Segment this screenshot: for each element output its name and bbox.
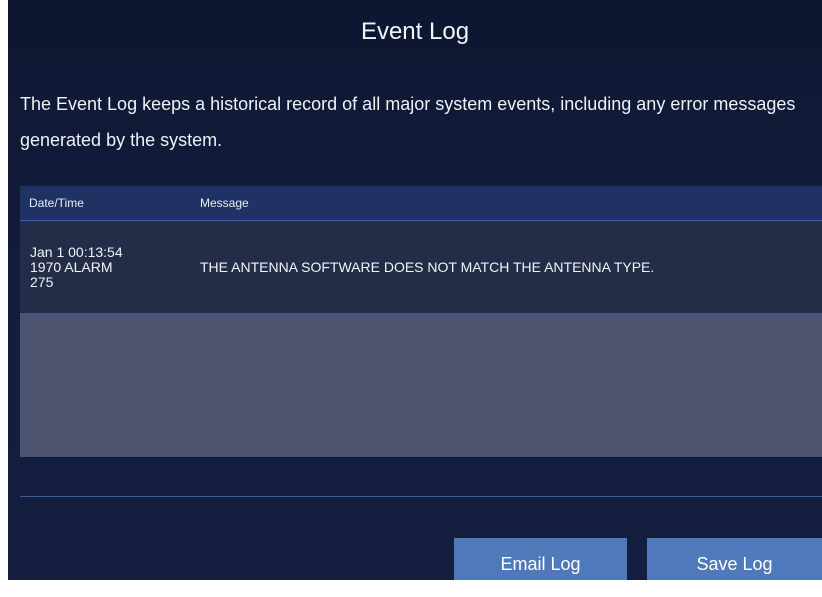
event-log-table: Date/Time Message Jan 1 00:13:54 1970 AL… xyxy=(20,186,822,457)
row-datetime-line: 275 xyxy=(30,273,54,290)
divider xyxy=(20,496,822,497)
save-log-button[interactable]: Save Log xyxy=(647,538,822,580)
page-description: The Event Log keeps a historical record … xyxy=(20,94,796,150)
column-header-message: Message xyxy=(200,196,249,210)
row-datetime-line: Jan 1 00:13:54 xyxy=(30,243,123,260)
row-datetime-line: 1970 ALARM xyxy=(30,258,113,275)
table-row[interactable]: Jan 1 00:13:54 1970 ALARM 275 THE ANTENN… xyxy=(20,221,822,314)
table-empty-area xyxy=(20,314,822,457)
row-message: THE ANTENNA SOFTWARE DOES NOT MATCH THE … xyxy=(200,259,655,275)
event-log-screen: Event Log The Event Log keeps a historic… xyxy=(8,0,822,580)
table-header: Date/Time Message xyxy=(20,186,822,221)
column-header-datetime: Date/Time xyxy=(29,196,84,210)
row-datetime: Jan 1 00:13:54 1970 ALARM 275 xyxy=(20,243,200,290)
page-title: Event Log xyxy=(360,18,470,45)
email-log-button[interactable]: Email Log xyxy=(454,538,627,580)
